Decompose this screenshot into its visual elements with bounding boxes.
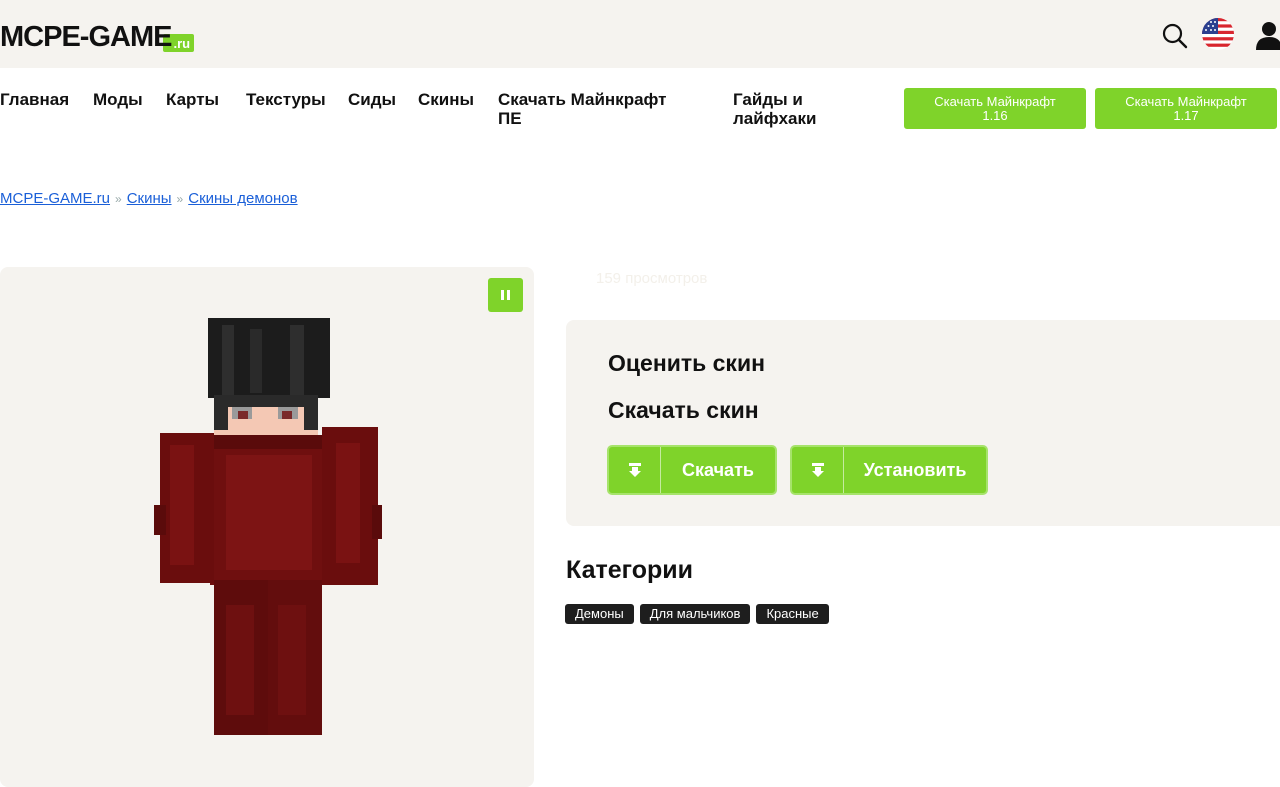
install-icon [792, 447, 844, 493]
breadcrumb-separator: » [176, 192, 184, 206]
button-label-line1: Скачать Майнкрафт [934, 93, 1056, 109]
nav-item-label-line1: Скачать Майнкрафт [498, 90, 667, 109]
download-minecraft-117-button[interactable]: Скачать Майнкрафт 1.17 [1095, 88, 1277, 129]
rate-skin-title: Оценить скин [608, 350, 765, 376]
main-nav: Главная Моды Карты Текстуры Сиды Скины С… [0, 90, 900, 130]
logo-text: MCPE-GAME [0, 21, 172, 53]
nav-item-seeds[interactable]: Сиды [348, 90, 396, 109]
button-label-line2: 1.16 [982, 107, 1008, 123]
install-skin-button[interactable]: Установить [790, 445, 988, 495]
button-label-line1: Скачать Майнкрафт [1125, 93, 1247, 109]
category-tag[interactable]: Демоны [565, 604, 634, 624]
skin-3d-model[interactable] [150, 315, 386, 740]
search-icon[interactable] [1161, 22, 1189, 50]
pause-icon-bar [507, 290, 510, 300]
category-tags: Демоны Для мальчиков Красные [565, 604, 829, 624]
nav-item-label-line2: лайфхаки [733, 109, 817, 128]
download-skin-button[interactable]: Скачать [607, 445, 777, 495]
breadcrumb-skins-link[interactable]: Скины [127, 190, 172, 207]
pause-animation-button[interactable] [488, 278, 523, 312]
categories-title: Категории [566, 556, 693, 584]
category-tag[interactable]: Для мальчиков [639, 604, 751, 624]
user-icon[interactable] [1255, 20, 1280, 50]
views-counter: 159 просмотров [596, 270, 708, 287]
site-logo[interactable]: MCPE-GAME .ru [0, 18, 195, 53]
nav-item-mods[interactable]: Моды [93, 90, 143, 109]
nav-item-skins[interactable]: Скины [418, 90, 474, 109]
download-skin-title: Скачать скин [608, 397, 759, 423]
pause-icon-bar [501, 290, 504, 300]
button-label-line2: 1.17 [1173, 107, 1199, 123]
breadcrumb-home-link[interactable]: MCPE-GAME.ru [0, 190, 110, 207]
nav-item-textures[interactable]: Текстуры [246, 90, 326, 109]
nav-item-label-line1: Гайды и [733, 90, 803, 109]
download-icon [609, 447, 661, 493]
download-skin-label: Скачать [682, 459, 754, 480]
nav-item-label-line2: ПЕ [498, 109, 522, 128]
breadcrumb-separator: » [115, 192, 122, 206]
breadcrumb-demon-skins-link[interactable]: Скины демонов [188, 190, 297, 207]
breadcrumb: MCPE-GAME.ru » Скины » Скины демонов [0, 190, 298, 207]
nav-item-guides[interactable]: Гайды и лайфхаки [733, 90, 816, 128]
install-skin-label: Установить [863, 459, 967, 480]
download-minecraft-116-button[interactable]: Скачать Майнкрафт 1.16 [904, 88, 1086, 129]
nav-item-maps[interactable]: Карты [166, 90, 219, 109]
top-header: MCPE-GAME .ru [0, 0, 1280, 68]
nav-item-home[interactable]: Главная [0, 90, 69, 109]
nav-item-download-pe[interactable]: Скачать Майнкрафт ПЕ [498, 90, 667, 128]
category-tag[interactable]: Красные [756, 604, 829, 624]
us-flag-icon[interactable] [1201, 17, 1235, 51]
